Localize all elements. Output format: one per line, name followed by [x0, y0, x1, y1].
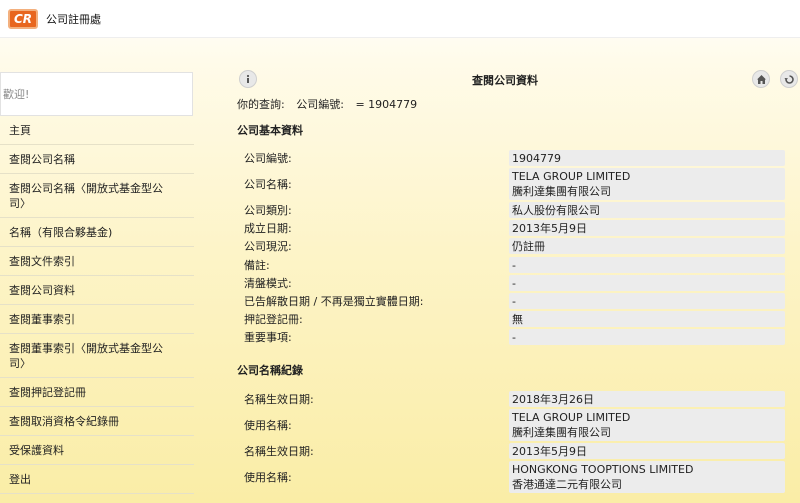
- top-bar: CR 公司註冊處: [0, 0, 800, 38]
- row-label: 成立日期:: [244, 222, 292, 235]
- sidebar: 歡迎! 主頁 查閱公司名稱 查閱公司名稱〈開放式基金型公司〉 名稱（有限合夥基金…: [0, 72, 194, 494]
- info-row: 重要事項: -: [244, 329, 785, 345]
- row-label: 公司類別:: [244, 204, 292, 217]
- sidebar-item-home[interactable]: 主頁: [0, 116, 194, 145]
- row-label: 公司現況:: [244, 240, 292, 253]
- row-label: 名稱生效日期:: [244, 445, 314, 458]
- back-icon[interactable]: [780, 70, 798, 88]
- row-value: 仍註冊: [509, 238, 785, 254]
- row-label: 備註:: [244, 259, 270, 272]
- row-value: 2013年5月9日: [509, 443, 785, 459]
- sidebar-item-ofc-director-index[interactable]: 查閱董事索引〈開放式基金型公司〉: [0, 334, 194, 378]
- cr-logo[interactable]: CR: [8, 8, 38, 29]
- row-label: 公司名稱:: [244, 178, 292, 191]
- sidebar-item-company-particulars[interactable]: 查閱公司資料: [0, 276, 194, 305]
- sidebar-item-disqualification-register[interactable]: 查閱取消資格令紀錄冊: [0, 407, 194, 436]
- info-row: 押記登記冊: 無: [244, 311, 785, 327]
- name-history-row: 名稱生效日期: 2013年5月9日: [244, 443, 785, 459]
- row-label: 押記登記冊:: [244, 313, 303, 326]
- row-label: 使用名稱:: [244, 471, 292, 484]
- row-value: -: [509, 293, 785, 309]
- main-content: 查閱公司資料 你的查詢: 公司編號: = 1904779 公司基本資料 公司編號…: [230, 66, 800, 493]
- name-history-section-title: 公司名稱紀錄: [237, 364, 303, 377]
- row-value: 1904779: [509, 150, 785, 166]
- name-history-row: 使用名稱: TELA GROUP LIMITED 騰利達集團有限公司: [244, 409, 785, 441]
- page-title: 查閱公司資料: [472, 74, 538, 87]
- query-field: 公司編號:: [296, 98, 344, 111]
- query-summary: 你的查詢: 公司編號: = 1904779: [237, 96, 425, 112]
- row-label: 名稱生效日期:: [244, 393, 314, 406]
- row-value: 2018年3月26日: [509, 391, 785, 407]
- row-label: 使用名稱:: [244, 419, 292, 432]
- row-label: 重要事項:: [244, 331, 292, 344]
- info-row: 公司名稱: TELA GROUP LIMITED 騰利達集團有限公司: [244, 168, 785, 200]
- app-title: 公司註冊處: [46, 12, 101, 26]
- info-row: 成立日期: 2013年5月9日: [244, 220, 785, 236]
- info-row: 公司編號: 1904779: [244, 150, 785, 166]
- row-label: 已告解散日期 / 不再是獨立實體日期:: [244, 295, 424, 308]
- sidebar-item-director-index[interactable]: 查閱董事索引: [0, 305, 194, 334]
- sidebar-item-charges-register[interactable]: 查閱押記登記冊: [0, 378, 194, 407]
- row-label: 清盤模式:: [244, 277, 292, 290]
- row-label: 公司編號:: [244, 152, 292, 165]
- info-row: 公司現況: 仍註冊: [244, 238, 785, 254]
- row-value: -: [509, 275, 785, 291]
- row-value: TELA GROUP LIMITED 騰利達集團有限公司: [509, 168, 785, 200]
- search-input[interactable]: 歡迎!: [0, 72, 193, 116]
- sidebar-item-protected-info[interactable]: 受保護資料: [0, 436, 194, 465]
- query-label: 你的查詢:: [237, 98, 285, 111]
- sidebar-item-logout[interactable]: 登出: [0, 465, 194, 494]
- row-value: 無: [509, 311, 785, 327]
- main-header: 查閱公司資料: [230, 66, 800, 92]
- row-value: -: [509, 257, 785, 273]
- row-value: HONGKONG TOOPTIONS LIMITED 香港通達二元有限公司: [509, 461, 785, 493]
- info-row: 已告解散日期 / 不再是獨立實體日期: -: [244, 293, 785, 309]
- sidebar-item-document-index[interactable]: 查閱文件索引: [0, 247, 194, 276]
- name-history-row: 使用名稱: HONGKONG TOOPTIONS LIMITED 香港通達二元有…: [244, 461, 785, 493]
- row-value: 私人股份有限公司: [509, 202, 785, 218]
- basic-info-section-title: 公司基本資料: [237, 124, 303, 137]
- row-value: TELA GROUP LIMITED 騰利達集團有限公司: [509, 409, 785, 441]
- query-value: = 1904779: [355, 98, 418, 111]
- info-row: 備註: -: [244, 257, 785, 273]
- sidebar-item-lpf-name[interactable]: 名稱（有限合夥基金): [0, 218, 194, 247]
- row-value: -: [509, 329, 785, 345]
- info-row: 清盤模式: -: [244, 275, 785, 291]
- row-value: 2013年5月9日: [509, 220, 785, 236]
- home-icon[interactable]: [752, 70, 770, 88]
- info-row: 公司類別: 私人股份有限公司: [244, 202, 785, 218]
- name-history-row: 名稱生效日期: 2018年3月26日: [244, 391, 785, 407]
- sidebar-item-company-name-search[interactable]: 查閱公司名稱: [0, 145, 194, 174]
- sidebar-item-ofc-name-search[interactable]: 查閱公司名稱〈開放式基金型公司〉: [0, 174, 194, 218]
